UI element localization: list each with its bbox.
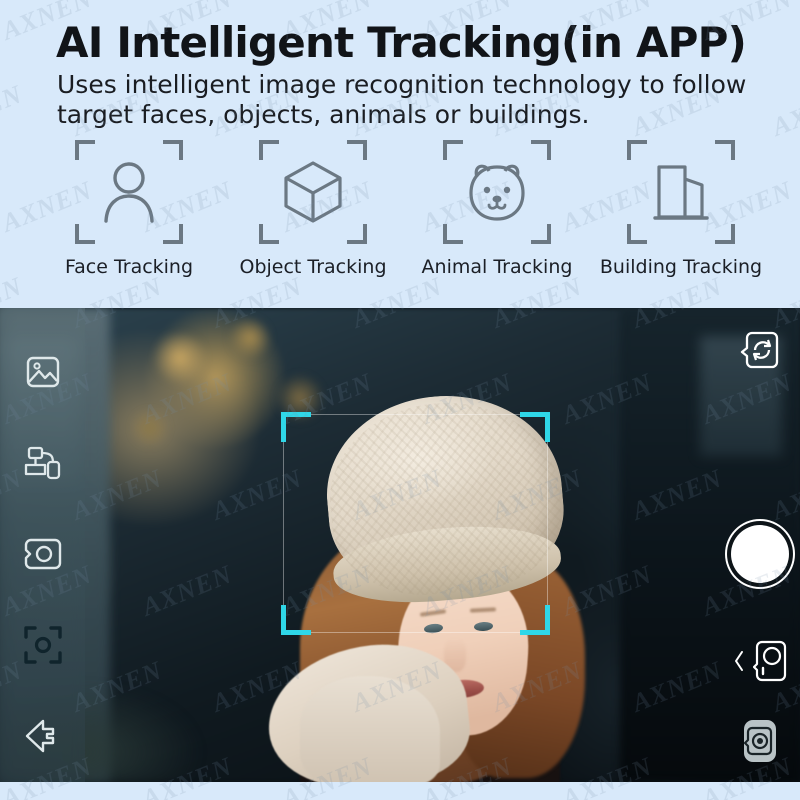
- right-toolbar: [720, 308, 800, 782]
- buildings-icon: [653, 165, 709, 220]
- camera-switch-icon: [740, 331, 779, 369]
- feature-building-tracking: Building Tracking: [592, 140, 770, 278]
- tracking-corner-bl: [281, 605, 311, 635]
- page-title: AI Intelligent Tracking(in APP): [56, 18, 747, 67]
- frame-corner-br: [163, 224, 183, 244]
- feature-label: Object Tracking: [239, 256, 387, 278]
- record-mode-button[interactable]: [740, 717, 780, 770]
- feature-list: Face Tracking Object Tracking Animal Tra…: [40, 140, 770, 278]
- snapshot-mode-icon[interactable]: [753, 639, 787, 683]
- feature-label: Building Tracking: [599, 256, 763, 278]
- frame-corner-br: [715, 224, 735, 244]
- frame-corner-tl: [75, 140, 95, 160]
- frame-corner-tl: [443, 140, 463, 160]
- feature-object-tracking: Object Tracking: [224, 140, 402, 278]
- frame-corner-tr: [531, 140, 551, 160]
- header-section: AI Intelligent Tracking(in APP) Uses int…: [0, 0, 800, 308]
- frame-corner-br: [531, 224, 551, 244]
- person-icon: [104, 162, 154, 223]
- ptz-control-icon: [24, 446, 60, 479]
- back-button[interactable]: [0, 691, 85, 782]
- camera-viewfinder[interactable]: [0, 308, 800, 782]
- tracking-corner-br: [520, 605, 550, 635]
- camera-device-icon: [24, 538, 61, 570]
- gallery-icon: [26, 356, 59, 387]
- animal-tracking-frame: [443, 140, 551, 244]
- frame-corner-tr: [163, 140, 183, 160]
- building-tracking-frame: [627, 140, 735, 244]
- page-subtitle: Uses intelligent image recognition techn…: [57, 70, 747, 129]
- subject-scarf-fold: [300, 676, 440, 782]
- shutter-button[interactable]: [731, 525, 789, 583]
- ptz-control-button[interactable]: [0, 417, 85, 508]
- frame-corner-bl: [443, 224, 463, 244]
- frame-corner-bl: [627, 224, 647, 244]
- cube-icon: [284, 161, 342, 223]
- object-tracking-frame: [259, 140, 367, 244]
- camera-switch-button[interactable]: [739, 328, 781, 377]
- dog-face-icon: [469, 164, 525, 221]
- frame-corner-tl: [627, 140, 647, 160]
- feature-label: Face Tracking: [64, 256, 194, 278]
- ai-tracking-button[interactable]: [0, 600, 85, 691]
- frame-corner-tl: [259, 140, 279, 160]
- chevron-left-icon[interactable]: [733, 650, 745, 672]
- record-mode-icon: [743, 720, 776, 762]
- tracking-corner-tl: [281, 412, 311, 442]
- ai-tracking-icon: [23, 626, 62, 664]
- feature-label: Animal Tracking: [421, 256, 573, 278]
- promo-page: AI Intelligent Tracking(in APP) Uses int…: [0, 0, 800, 800]
- face-tracking-frame: [75, 140, 183, 244]
- frame-corner-tr: [715, 140, 735, 160]
- frame-corner-br: [347, 224, 367, 244]
- frame-corner-bl: [75, 224, 95, 244]
- tracking-corner-tr: [520, 412, 550, 442]
- back-arrow-icon: [25, 720, 54, 753]
- feature-face-tracking: Face Tracking: [40, 140, 218, 278]
- frame-corner-tr: [347, 140, 367, 160]
- gallery-button[interactable]: [0, 326, 85, 417]
- feature-animal-tracking: Animal Tracking: [408, 140, 586, 278]
- footer-strip: [0, 782, 800, 800]
- camera-device-button[interactable]: [0, 508, 85, 599]
- snapshot-mode-row[interactable]: [733, 639, 787, 683]
- left-toolbar: [0, 308, 85, 782]
- frame-corner-bl: [259, 224, 279, 244]
- ai-tracking-box: [281, 412, 550, 635]
